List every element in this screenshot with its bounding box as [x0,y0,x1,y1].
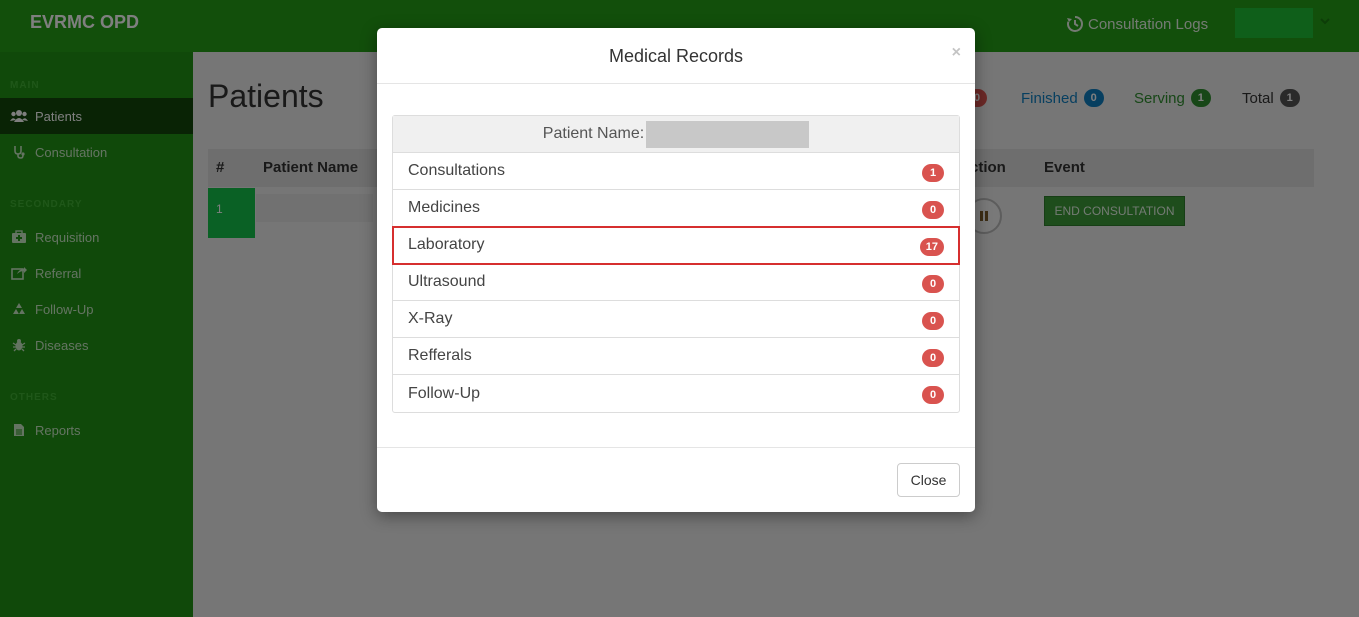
modal-header: Medical Records × [377,28,975,84]
record-label: Medicines [408,199,481,216]
record-label: Consultations [408,162,505,179]
close-button[interactable]: Close [897,463,960,497]
medical-records-modal: Medical Records × Patient Name: Consulta… [377,28,975,512]
close-icon[interactable]: × [952,44,961,62]
record-label: X-Ray [408,310,453,327]
record-count-badge: 0 [922,386,944,404]
modal-title: Medical Records [608,46,744,66]
record-item-ultrasound[interactable]: Ultrasound 0 [393,264,959,301]
record-item-referrals[interactable]: Refferals 0 [393,338,959,375]
record-count-badge: 0 [922,201,944,219]
record-item-xray[interactable]: X-Ray 0 [393,301,959,338]
record-label: Laboratory [408,236,485,253]
record-count-badge: 17 [919,238,944,256]
record-item-medicines[interactable]: Medicines 0 [393,190,959,227]
record-count-badge: 1 [922,164,944,182]
patient-name-label: Patient Name: [542,125,645,142]
record-item-follow-up[interactable]: Follow-Up 0 [393,375,959,412]
record-count-badge: 0 [922,275,944,293]
records-list: Patient Name: Consultations 1 Medicines … [392,115,960,413]
record-label: Ultrasound [408,273,486,290]
record-label: Refferals [408,347,472,364]
record-label: Follow-Up [408,384,481,402]
record-count-badge: 0 [922,312,944,330]
record-count-badge: 0 [922,349,944,367]
record-item-laboratory[interactable]: Laboratory 17 [392,226,960,265]
record-item-consultations[interactable]: Consultations 1 [393,153,959,190]
redacted-patient-name [646,120,810,148]
patient-name-header: Patient Name: [393,116,959,153]
modal-footer: Close [377,447,975,512]
